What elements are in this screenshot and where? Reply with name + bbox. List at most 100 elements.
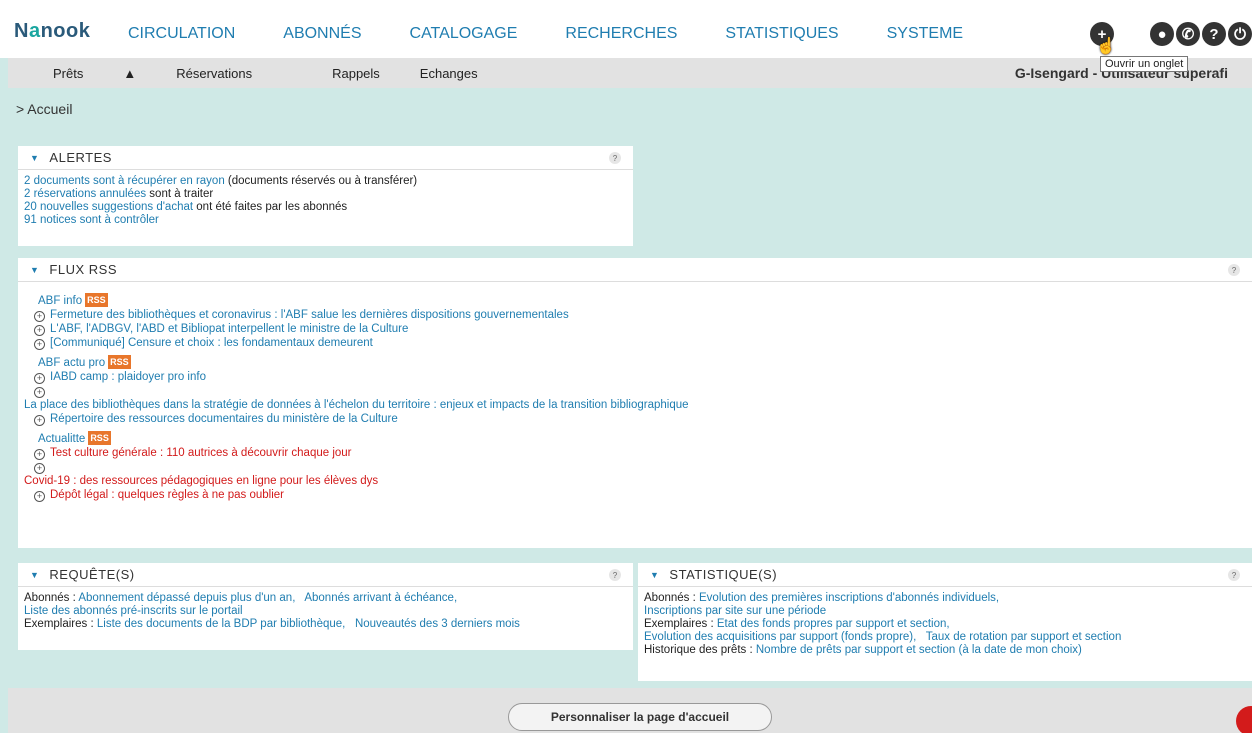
section-label: Historique des prêts :	[644, 644, 753, 656]
rss-icon[interactable]: RSS	[108, 355, 131, 369]
feed-item[interactable]: +	[34, 384, 1246, 398]
help-icon[interactable]: ?	[609, 152, 621, 164]
panel-header[interactable]: ▼ ALERTES	[18, 146, 633, 170]
feed-title[interactable]: ABF info RSS	[38, 293, 1246, 308]
power-icon[interactable]: ⏻	[1228, 22, 1252, 46]
section-label: Exemplaires :	[644, 618, 714, 630]
logo-letter-accent: a	[28, 20, 41, 42]
nav-abonnes[interactable]: ABONNÉS	[283, 25, 361, 43]
expand-icon[interactable]: +	[34, 325, 45, 336]
help-icon[interactable]: ?	[609, 569, 621, 581]
nav-statistiques[interactable]: STATISTIQUES	[725, 25, 838, 43]
feed-name: ABF info	[38, 295, 83, 307]
collapse-icon[interactable]: ▼	[30, 265, 39, 275]
feed-item-text: IABD camp : plaidoyer pro info	[50, 371, 206, 383]
stat-link[interactable]: Evolution des acquisitions par support (…	[644, 631, 916, 643]
expand-icon[interactable]: +	[34, 491, 45, 502]
feed-item-text: [Communiqué] Censure et choix : les fond…	[50, 337, 373, 349]
alert-link[interactable]: 2 réservations annulées	[24, 188, 146, 200]
footer-bar: Personnaliser la page d'accueil	[8, 688, 1252, 733]
panel-title: FLUX RSS	[49, 262, 117, 277]
nav-recherches[interactable]: RECHERCHES	[565, 25, 677, 43]
nav-circulation[interactable]: CIRCULATION	[128, 25, 235, 43]
nav-catalogage[interactable]: CATALOGAGE	[410, 25, 518, 43]
alert-link[interactable]: 20 nouvelles suggestions d'achat	[24, 201, 193, 213]
logo-letter: N	[14, 20, 29, 42]
panel-header[interactable]: ▼ REQUÊTE(S)	[18, 563, 633, 587]
feed-item[interactable]: La place des bibliothèques dans la strat…	[24, 398, 1246, 412]
sub-navigation-bar: Prêts ▲ Réservations Rappels Echanges G-I…	[8, 58, 1252, 88]
rss-icon[interactable]: RSS	[85, 293, 108, 307]
feed-item-text: L'ABF, l'ADBGV, l'ABD et Bibliopat inter…	[50, 323, 409, 335]
help-icon[interactable]: ?	[1202, 22, 1226, 46]
requetes-panel: ▼ REQUÊTE(S) ? Abonnés : Abonnement dépas…	[18, 563, 633, 650]
expand-icon[interactable]: +	[34, 463, 45, 474]
section-label: Exemplaires :	[24, 618, 94, 630]
stat-link[interactable]: Inscriptions par site sur une période	[644, 605, 826, 617]
feed-item[interactable]: + IABD camp : plaidoyer pro info	[34, 370, 1246, 384]
feed-item-text: Test culture générale : 110 autrices à d…	[50, 447, 352, 459]
stat-link[interactable]: Evolution des premières inscriptions d'a…	[699, 592, 999, 604]
warning-icon: ▲	[123, 66, 137, 81]
stat-link[interactable]: Nombre de prêts par support et section (…	[756, 644, 1082, 656]
feed-item[interactable]: + L'ABF, l'ADBGV, l'ABD et Bibliopat inte…	[34, 322, 1246, 336]
header-icons: ● ✆ ? ⏻	[1148, 22, 1252, 46]
feed-item-text: Dépôt légal : quelques règles à ne pas o…	[50, 489, 284, 501]
collapse-icon[interactable]: ▼	[650, 570, 659, 580]
feed-item[interactable]: + Dépôt légal : quelques règles à ne pas …	[34, 488, 1246, 502]
alertes-panel: ▼ ALERTES ? 2 documents sont à récupérer …	[18, 146, 633, 246]
subnav-prets[interactable]: Prêts	[53, 66, 83, 81]
stat-link[interactable]: Taux de rotation par support et section	[926, 631, 1122, 643]
panel-header[interactable]: ▼ FLUX RSS	[18, 258, 1252, 282]
feed-item-text: Répertoire des ressources documentaires …	[50, 413, 398, 425]
query-link[interactable]: Liste des documents de la BDP par biblio…	[97, 618, 345, 630]
app-logo[interactable]: Nanook	[14, 20, 90, 43]
help-icon[interactable]: ?	[1228, 569, 1240, 581]
feed-item[interactable]: + Fermeture des bibliothèques et coronavi…	[34, 308, 1246, 322]
expand-icon[interactable]: +	[34, 311, 45, 322]
expand-icon[interactable]: +	[34, 387, 45, 398]
panel-title: STATISTIQUE(S)	[669, 567, 778, 582]
collapse-icon[interactable]: ▼	[30, 570, 39, 580]
feed-item[interactable]: +	[34, 460, 1246, 474]
expand-icon[interactable]: +	[34, 373, 45, 384]
hand-cursor-icon: ☝	[1096, 38, 1116, 55]
feed-item[interactable]: + Test culture générale : 110 autrices à …	[34, 446, 1246, 460]
feed-title[interactable]: Actualitte RSS	[38, 431, 1246, 446]
stat-link[interactable]: Etat des fonds propres par support et se…	[717, 618, 950, 630]
rss-icon[interactable]: RSS	[88, 431, 111, 445]
logo-text: nook	[40, 20, 91, 42]
alert-text: (documents réservés ou à transférer)	[224, 175, 418, 187]
subnav-reservations-label: Réservations	[176, 66, 253, 81]
nav-systeme[interactable]: SYSTEME	[887, 25, 963, 43]
subnav-reservations[interactable]: ▲ Réservations	[123, 66, 292, 81]
expand-icon[interactable]: +	[34, 415, 45, 426]
panel-title: ALERTES	[49, 150, 112, 165]
customize-homepage-button[interactable]: Personnaliser la page d'accueil	[508, 703, 772, 731]
feed-item-text: Fermeture des bibliothèques et coronavir…	[50, 309, 569, 321]
alert-link[interactable]: 2 documents sont à récupérer en rayon	[24, 175, 225, 187]
feed-item[interactable]: + Répertoire des ressources documentaires…	[34, 412, 1246, 426]
query-link[interactable]: Nouveautés des 3 derniers mois	[355, 618, 520, 630]
tooltip: Ouvrir un onglet	[1100, 56, 1189, 72]
user-icon[interactable]: ●	[1150, 22, 1174, 46]
expand-icon[interactable]: +	[34, 339, 45, 350]
subnav-echanges[interactable]: Echanges	[420, 66, 478, 81]
query-link[interactable]: Abonnés arrivant à échéance,	[304, 592, 457, 604]
query-link[interactable]: Liste des abonnés pré-inscrits sur le po…	[24, 605, 243, 617]
feed-name: Actualitte	[38, 433, 86, 445]
collapse-icon[interactable]: ▼	[30, 153, 39, 163]
breadcrumb[interactable]: > Accueil	[16, 101, 72, 117]
panel-header[interactable]: ▼ STATISTIQUE(S)	[638, 563, 1252, 587]
subnav-rappels[interactable]: Rappels	[332, 66, 380, 81]
alert-link[interactable]: 91 notices sont à contrôler	[24, 214, 159, 226]
phone-icon[interactable]: ✆	[1176, 22, 1200, 46]
help-icon[interactable]: ?	[1228, 264, 1240, 276]
expand-icon[interactable]: +	[34, 449, 45, 460]
feed-item[interactable]: + [Communiqué] Censure et choix : les fon…	[34, 336, 1246, 350]
top-navigation-bar: Nanook CIRCULATION ABONNÉS CATALOGAGE RE…	[0, 0, 1252, 58]
feed-title[interactable]: ABF actu pro RSS	[38, 355, 1246, 370]
feed-item[interactable]: Covid-19 : des ressources pédagogiques e…	[24, 474, 1246, 488]
query-link[interactable]: Abonnement dépassé depuis plus d'un an,	[78, 592, 295, 604]
main-nav: CIRCULATION ABONNÉS CATALOGAGE RECHERCHE…	[128, 25, 1011, 43]
